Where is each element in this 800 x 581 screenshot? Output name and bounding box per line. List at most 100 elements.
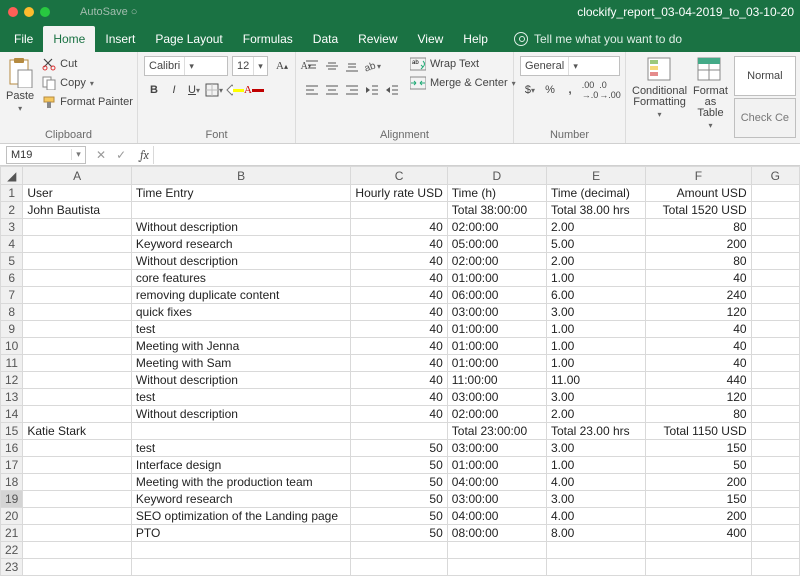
cell[interactable]	[751, 304, 799, 321]
tell-me-search[interactable]: Tell me what you want to do	[498, 32, 692, 52]
col-header[interactable]: C	[351, 167, 447, 185]
cell[interactable]: 150	[646, 491, 751, 508]
table-row[interactable]: 23	[1, 559, 800, 576]
percent-format-button[interactable]: %	[540, 80, 560, 100]
cell[interactable]	[546, 559, 645, 576]
cell[interactable]: 40	[351, 304, 447, 321]
table-row[interactable]: 8quick fixes4003:00:003.00120	[1, 304, 800, 321]
cell[interactable]: 40	[646, 270, 751, 287]
cell[interactable]: 03:00:00	[447, 389, 546, 406]
cell[interactable]: 08:00:00	[447, 525, 546, 542]
cell[interactable]: 150	[646, 440, 751, 457]
font-size-combo[interactable]: 12▾	[232, 56, 268, 76]
cell[interactable]	[23, 236, 132, 253]
table-row[interactable]: 20SEO optimization of the Landing page50…	[1, 508, 800, 525]
increase-indent-button[interactable]	[382, 80, 402, 100]
table-row[interactable]: 6core features4001:00:001.0040	[1, 270, 800, 287]
cell[interactable]: 1.00	[546, 457, 645, 474]
cell[interactable]: 3.00	[546, 304, 645, 321]
align-bottom-button[interactable]	[342, 56, 362, 76]
cell[interactable]: 03:00:00	[447, 491, 546, 508]
cell[interactable]: 120	[646, 389, 751, 406]
name-box[interactable]: M19 ▾	[6, 146, 86, 164]
cell[interactable]: Time Entry	[131, 185, 351, 202]
decrease-indent-button[interactable]	[362, 80, 382, 100]
cell[interactable]	[751, 185, 799, 202]
tab-formulas[interactable]: Formulas	[233, 26, 303, 52]
row-header[interactable]: 14	[1, 406, 23, 423]
cut-button[interactable]: Cut	[40, 56, 135, 72]
increase-font-button[interactable]: A▴	[272, 56, 292, 76]
align-right-button[interactable]	[342, 80, 362, 100]
cell[interactable]: 01:00:00	[447, 321, 546, 338]
cell[interactable]: Katie Stark	[23, 423, 132, 440]
cell[interactable]: 5.00	[546, 236, 645, 253]
table-row[interactable]: 5Without description4002:00:002.0080	[1, 253, 800, 270]
cell[interactable]: Time (h)	[447, 185, 546, 202]
cell[interactable]	[351, 542, 447, 559]
table-row[interactable]: 12Without description4011:00:0011.00440	[1, 372, 800, 389]
row-header[interactable]: 6	[1, 270, 23, 287]
cell[interactable]: Without description	[131, 219, 351, 236]
cell[interactable]	[23, 508, 132, 525]
cell[interactable]	[751, 440, 799, 457]
row-header[interactable]: 2	[1, 202, 23, 219]
tab-insert[interactable]: Insert	[95, 26, 145, 52]
cell[interactable]	[23, 559, 132, 576]
cell[interactable]: 400	[646, 525, 751, 542]
cell[interactable]: 03:00:00	[447, 304, 546, 321]
table-row[interactable]: 2John BautistaTotal 38:00:00Total 38.00 …	[1, 202, 800, 219]
cell[interactable]	[131, 542, 351, 559]
row-header[interactable]: 12	[1, 372, 23, 389]
cell[interactable]: 01:00:00	[447, 338, 546, 355]
cell[interactable]: Without description	[131, 372, 351, 389]
cell[interactable]	[751, 457, 799, 474]
font-color-button[interactable]: A	[244, 80, 264, 100]
paste-button[interactable]: Paste ▾	[6, 56, 34, 113]
cell[interactable]: 11.00	[546, 372, 645, 389]
cell[interactable]: Meeting with Jenna	[131, 338, 351, 355]
cell[interactable]: 40	[646, 355, 751, 372]
cell[interactable]: 02:00:00	[447, 219, 546, 236]
row-header[interactable]: 8	[1, 304, 23, 321]
cell[interactable]	[23, 287, 132, 304]
tab-page-layout[interactable]: Page Layout	[145, 26, 232, 52]
row-header[interactable]: 11	[1, 355, 23, 372]
cell[interactable]: 50	[351, 457, 447, 474]
cell[interactable]: test	[131, 389, 351, 406]
cell[interactable]: 06:00:00	[447, 287, 546, 304]
table-row[interactable]: 1UserTime EntryHourly rate USDTime (h)Ti…	[1, 185, 800, 202]
cell[interactable]	[751, 406, 799, 423]
cell[interactable]: 1.00	[546, 321, 645, 338]
increase-decimal-button[interactable]: .00→.0	[580, 80, 600, 100]
cell[interactable]: 40	[351, 253, 447, 270]
cell[interactable]	[23, 389, 132, 406]
align-top-button[interactable]	[302, 56, 322, 76]
cell[interactable]	[23, 542, 132, 559]
cell[interactable]	[751, 389, 799, 406]
cell[interactable]	[751, 338, 799, 355]
row-header[interactable]: 9	[1, 321, 23, 338]
table-row[interactable]: 14Without description4002:00:002.0080	[1, 406, 800, 423]
cell[interactable]: 40	[351, 219, 447, 236]
underline-button[interactable]: U▾	[184, 80, 204, 100]
table-row[interactable]: 18Meeting with the production team5004:0…	[1, 474, 800, 491]
tab-help[interactable]: Help	[453, 26, 498, 52]
cell[interactable]	[751, 372, 799, 389]
cell[interactable]	[751, 287, 799, 304]
cell[interactable]: 02:00:00	[447, 253, 546, 270]
table-row[interactable]: 19Keyword research5003:00:003.00150	[1, 491, 800, 508]
cell[interactable]: 40	[351, 287, 447, 304]
cell[interactable]	[751, 525, 799, 542]
cell[interactable]: 440	[646, 372, 751, 389]
cell[interactable]: 3.00	[546, 491, 645, 508]
cell[interactable]: test	[131, 321, 351, 338]
cell[interactable]: Hourly rate USD	[351, 185, 447, 202]
cell[interactable]	[751, 508, 799, 525]
cell[interactable]: 04:00:00	[447, 508, 546, 525]
cell[interactable]	[131, 202, 351, 219]
cell[interactable]: 40	[351, 389, 447, 406]
cell[interactable]	[23, 321, 132, 338]
cell[interactable]	[751, 423, 799, 440]
italic-button[interactable]: I	[164, 80, 184, 100]
